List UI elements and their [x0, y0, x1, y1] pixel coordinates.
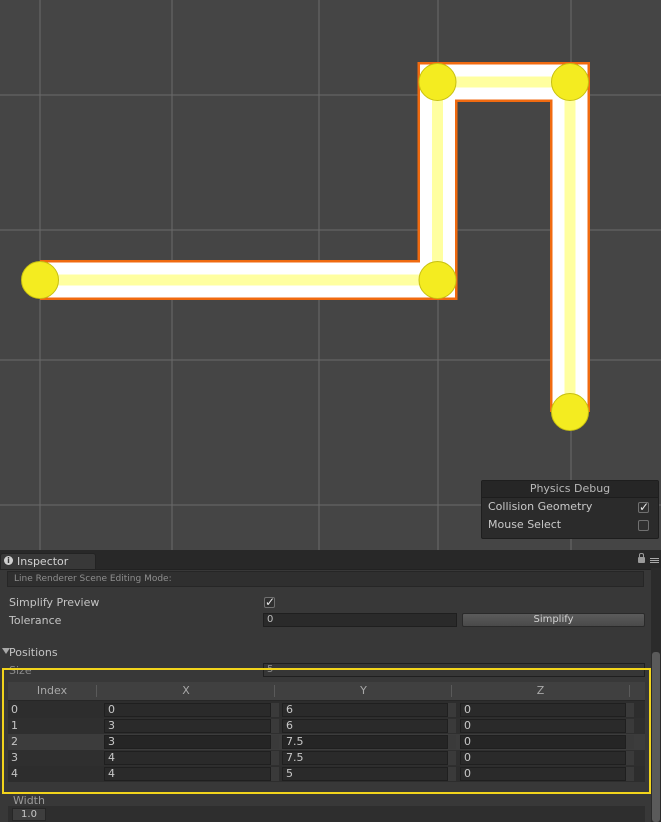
position-y-field[interactable]: 7.5: [282, 735, 448, 749]
width-value[interactable]: 1.0: [12, 808, 46, 821]
inspector-scrollbar[interactable]: [651, 568, 661, 822]
column-grip: [271, 703, 279, 717]
header-separator[interactable]: [629, 685, 630, 697]
line-fill: [40, 64, 588, 412]
point-handle[interactable]: [551, 393, 589, 431]
column-grip: [271, 767, 279, 781]
header-y[interactable]: Y: [275, 682, 452, 700]
row-index: 1: [11, 719, 18, 732]
row-index: 3: [11, 751, 18, 764]
table-row[interactable]: 2 3 7.5 0: [8, 734, 645, 750]
table-row[interactable]: 3 4 7.5 0: [8, 750, 645, 766]
row-index: 2: [11, 735, 18, 748]
position-z-field[interactable]: 0: [460, 719, 626, 733]
column-grip: [271, 751, 279, 765]
physics-debug-title: Physics Debug: [482, 481, 658, 498]
column-grip: [271, 735, 279, 749]
point-handle[interactable]: [418, 261, 457, 299]
position-x-field[interactable]: 0: [104, 703, 271, 717]
position-x-field[interactable]: 4: [104, 767, 271, 781]
tolerance-input[interactable]: 0: [263, 613, 457, 627]
position-x-field[interactable]: 3: [104, 735, 271, 749]
row-index: 0: [11, 703, 18, 716]
line-point-handles[interactable]: [21, 63, 589, 431]
positions-table: Index X Y Z 0 0 6 0 1 3 6 0 2 3 7.5 0 3 4 7.5 0 4 4 5 0: [8, 682, 645, 782]
position-y-field[interactable]: 6: [282, 703, 448, 717]
mouse-select-row[interactable]: Mouse Select: [482, 516, 658, 534]
table-row[interactable]: 4450: [8, 766, 645, 782]
collision-geometry-label: Collision Geometry: [488, 500, 593, 513]
tolerance-label: Tolerance: [9, 614, 62, 627]
column-grip: [626, 735, 634, 749]
lock-icon[interactable]: [638, 553, 645, 563]
info-icon: i: [4, 556, 13, 565]
position-z-field[interactable]: 0: [460, 751, 626, 765]
line-outline: [40, 62, 590, 412]
position-y-field[interactable]: 5: [282, 767, 448, 781]
position-z-field[interactable]: 0: [460, 735, 626, 749]
line-renderer-shape[interactable]: [40, 62, 590, 412]
position-y-field[interactable]: 6: [282, 719, 448, 733]
position-x-field[interactable]: 4: [104, 751, 271, 765]
scene-editing-mode-bar[interactable]: Line Renderer Scene Editing Mode:: [7, 571, 644, 587]
column-grip: [626, 767, 634, 781]
inspector-tab-bar: i Inspector: [0, 550, 661, 570]
header-z[interactable]: Z: [452, 682, 629, 700]
simplify-preview-checkbox[interactable]: [264, 594, 275, 610]
position-z-field[interactable]: 0: [460, 703, 626, 717]
physics-debug-panel: Physics Debug Collision Geometry Mouse S…: [481, 480, 659, 539]
position-y-field[interactable]: 7.5: [282, 751, 448, 765]
inspector-scrollbar-thumb[interactable]: [652, 652, 660, 822]
header-x[interactable]: X: [97, 682, 275, 700]
size-label: Size: [9, 664, 32, 677]
collision-geometry-row[interactable]: Collision Geometry: [482, 498, 658, 516]
tab-inspector-label: Inspector: [17, 555, 69, 568]
width-curve-field[interactable]: 1.0: [8, 806, 645, 822]
mouse-select-label: Mouse Select: [488, 518, 562, 531]
column-grip: [448, 767, 456, 781]
column-grip: [448, 703, 456, 717]
header-index[interactable]: Index: [8, 682, 96, 700]
collision-geometry-checkbox[interactable]: [638, 499, 649, 515]
scene-view[interactable]: [0, 0, 661, 550]
tab-menu-icon[interactable]: [650, 558, 659, 564]
mouse-select-checkbox[interactable]: [638, 520, 649, 531]
row-index: 4: [11, 767, 18, 780]
line-centerline: [40, 76, 576, 412]
simplify-preview-label: Simplify Preview: [9, 596, 100, 609]
table-row[interactable]: 1 360: [8, 718, 645, 734]
position-x-field[interactable]: 3: [104, 719, 271, 733]
column-grip: [448, 735, 456, 749]
column-grip: [448, 751, 456, 765]
scene-editing-mode-label: Line Renderer Scene Editing Mode:: [14, 574, 172, 584]
column-grip: [626, 751, 634, 765]
positions-label[interactable]: Positions: [9, 646, 58, 659]
point-handle[interactable]: [418, 63, 457, 101]
column-grip: [626, 703, 634, 717]
column-grip: [626, 719, 634, 733]
table-row[interactable]: 0060: [8, 702, 645, 718]
point-handle[interactable]: [21, 261, 59, 299]
positions-table-header: Index X Y Z: [8, 682, 645, 701]
scene-canvas[interactable]: [0, 0, 661, 550]
column-grip: [271, 719, 279, 733]
size-input[interactable]: 5: [263, 663, 645, 677]
column-grip: [448, 719, 456, 733]
position-z-field[interactable]: 0: [460, 767, 626, 781]
tab-inspector[interactable]: i Inspector: [0, 553, 96, 569]
simplify-button[interactable]: Simplify: [462, 613, 645, 627]
point-handle[interactable]: [551, 63, 589, 101]
